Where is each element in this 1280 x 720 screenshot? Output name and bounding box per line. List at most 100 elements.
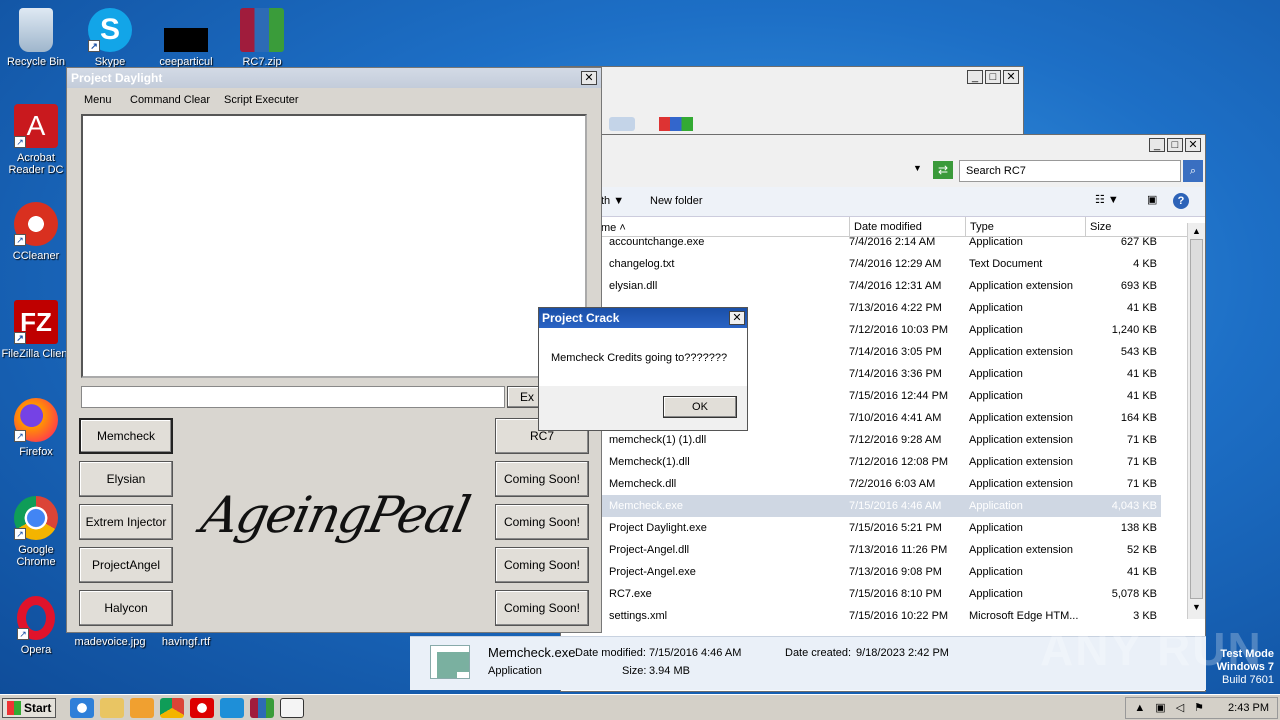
close-button[interactable]: ✕	[1185, 138, 1201, 152]
winrar-taskbar-icon[interactable]	[250, 697, 275, 718]
scroll-thumb[interactable]	[1190, 239, 1203, 599]
volume-icon[interactable]: ◁	[1176, 701, 1184, 714]
scroll-down-arrow[interactable]: ▼	[1188, 599, 1205, 615]
edge-taskbar-icon[interactable]	[220, 697, 245, 718]
vertical-scrollbar[interactable]: ▲ ▼	[1187, 223, 1205, 619]
daylight-taskbar-button[interactable]	[280, 697, 305, 718]
flag-icon[interactable]: ⚑	[1194, 701, 1204, 714]
close-button[interactable]: ✕	[729, 311, 745, 325]
details-file-name: Memcheck.exe	[488, 645, 576, 660]
table-row[interactable]: memcheck(1) (1).dll 7/12/2016 9:28 AM Appl…	[561, 429, 1161, 451]
column-type[interactable]: Type	[965, 217, 994, 237]
cell-type: Application	[969, 588, 1023, 600]
search-input[interactable]: Search RC7	[959, 160, 1181, 182]
opera-icon: ↗	[17, 596, 55, 640]
chrome-taskbar-icon[interactable]	[160, 697, 185, 718]
desktop-icon-label: Acrobat Reader DC	[8, 152, 64, 176]
cell-name: Project Daylight.exe	[609, 522, 707, 534]
cell-name: memcheck(1) (1).dll	[609, 434, 707, 446]
desktop-icon-opera[interactable]: ↗ Opera	[0, 596, 72, 656]
desktop-icon-filezilla[interactable]: FZ ↗ FileZilla Client	[0, 300, 72, 360]
extrem-injector-button[interactable]: Extrem Injector	[79, 504, 173, 540]
details-modified-label: Date modified:	[575, 647, 646, 659]
explorer-toolbar: th ▼ New folder ☷ ▼ ▣ ?	[561, 187, 1205, 217]
search-icon[interactable]: ⌕	[1183, 160, 1203, 182]
address-dropdown-icon[interactable]: ▼	[913, 163, 922, 173]
minimize-button[interactable]: _	[967, 70, 983, 84]
cell-name: Project-Angel.exe	[609, 566, 696, 578]
explorer-icon[interactable]	[100, 697, 125, 718]
share-with-button[interactable]: th ▼	[601, 195, 624, 207]
opera-taskbar-icon[interactable]	[190, 697, 215, 718]
cell-name: changelog.txt	[609, 258, 675, 270]
elysian-button[interactable]: Elysian	[79, 461, 173, 497]
cell-date: 7/12/2016 9:28 AM	[849, 434, 942, 446]
coming-soon-button-1[interactable]: Coming Soon!	[495, 461, 589, 497]
memcheck-button[interactable]: Memcheck	[79, 418, 173, 454]
cell-type: Application	[969, 390, 1023, 402]
table-row[interactable]: Memcheck(1).dll 7/12/2016 12:08 PM Applica…	[561, 451, 1161, 473]
minimize-button[interactable]: _	[1149, 138, 1165, 152]
network-icon[interactable]: ▣	[1155, 701, 1165, 714]
menu-menu[interactable]: Menu	[84, 94, 112, 106]
desktop-icon-rc7-zip[interactable]: RC7.zip	[226, 8, 298, 68]
table-row[interactable]: RC7.exe 7/15/2016 8:10 PM Application 5,078…	[561, 583, 1161, 605]
desktop-icon-firefox[interactable]: ↗ Firefox	[0, 398, 72, 458]
command-input[interactable]	[81, 386, 505, 408]
clock[interactable]: 2:43 PM	[1228, 702, 1269, 714]
desktop-icon-recycle-bin[interactable]: Recycle Bin	[0, 8, 72, 68]
desktop-icon-ccleaner[interactable]: ↗ CCleaner	[0, 202, 72, 262]
cell-size: 71 KB	[1127, 478, 1157, 490]
column-date[interactable]: Date modified	[849, 217, 922, 237]
table-row[interactable]: Project Daylight.exe 7/15/2016 5:21 PM App…	[561, 517, 1161, 539]
table-row[interactable]: Memcheck.exe 7/15/2016 4:46 AM Application…	[561, 495, 1161, 517]
halycon-button[interactable]: Halycon	[79, 590, 173, 626]
new-folder-button[interactable]: New folder	[650, 195, 703, 207]
start-button[interactable]: Start	[2, 697, 57, 718]
help-icon[interactable]: ?	[1173, 193, 1189, 209]
test-mode-line: Test Mode	[1220, 648, 1274, 660]
coming-soon-button-3[interactable]: Coming Soon!	[495, 547, 589, 583]
cell-name: elysian.dll	[609, 280, 658, 292]
chrome-icon: ↗	[14, 496, 58, 540]
desktop-icon-madevoice[interactable]: madevoice.jpg	[74, 636, 146, 648]
desktop-icon-chrome[interactable]: ↗ Google Chrome	[0, 496, 72, 568]
desktop-icon-skype[interactable]: S ↗ Skype	[74, 8, 146, 68]
script-editor[interactable]	[81, 114, 587, 378]
menu-command-clear[interactable]: Command Clear	[130, 94, 210, 106]
tray-expand-icon[interactable]: ▲	[1134, 702, 1145, 714]
refresh-icon[interactable]: ⇄	[933, 161, 953, 179]
table-row[interactable]: accountchange.exe 7/4/2016 2:14 AM Applica…	[561, 237, 1161, 253]
maximize-button[interactable]: □	[1167, 138, 1183, 152]
menu-script-executer[interactable]: Script Executer	[224, 94, 299, 106]
cell-size: 41 KB	[1127, 566, 1157, 578]
ok-button[interactable]: OK	[663, 396, 737, 418]
cell-date: 7/15/2016 4:46 AM	[849, 500, 942, 512]
desktop-icon-havingf[interactable]: havingf.rtf	[150, 636, 222, 648]
desktop-icon-acrobat[interactable]: A ↗ Acrobat Reader DC	[0, 104, 72, 176]
preview-pane-icon[interactable]: ▣	[1147, 193, 1157, 206]
projectangel-button[interactable]: ProjectAngel	[79, 547, 173, 583]
column-size[interactable]: Size	[1085, 217, 1111, 237]
details-created: 9/18/2023 2:42 PM	[856, 647, 949, 659]
view-options-icon[interactable]: ☷ ▼	[1095, 193, 1119, 206]
desktop: Recycle Bin S ↗ Skype ceeparticul RC7.zip…	[0, 0, 1280, 694]
desktop-icon-ceeparticul[interactable]: ceeparticul	[150, 8, 222, 68]
table-row[interactable]: Project-Angel.exe 7/13/2016 9:08 PM Applic…	[561, 561, 1161, 583]
cell-type: Application extension	[969, 434, 1073, 446]
system-tray: ▲ ▣ ◁ ⚑ 2:43 PM	[1125, 696, 1278, 719]
table-row[interactable]: Project-Angel.dll 7/13/2016 11:26 PM Appli…	[561, 539, 1161, 561]
table-row[interactable]: Memcheck.dll 7/2/2016 6:03 AM Application …	[561, 473, 1161, 495]
cell-date: 7/12/2016 12:08 PM	[849, 456, 949, 468]
scroll-up-arrow[interactable]: ▲	[1188, 223, 1205, 239]
coming-soon-button-2[interactable]: Coming Soon!	[495, 504, 589, 540]
column-name[interactable]: me ˄	[601, 222, 626, 234]
media-player-icon[interactable]	[130, 697, 155, 718]
coming-soon-button-4[interactable]: Coming Soon!	[495, 590, 589, 626]
table-row[interactable]: changelog.txt 7/4/2016 12:29 AM Text Docum…	[561, 253, 1161, 275]
close-button[interactable]: ✕	[581, 71, 597, 85]
ie-icon[interactable]	[70, 697, 95, 718]
maximize-button[interactable]: □	[985, 70, 1001, 84]
table-row[interactable]: elysian.dll 7/4/2016 12:31 AM Application …	[561, 275, 1161, 297]
close-button[interactable]: ✕	[1003, 70, 1019, 84]
